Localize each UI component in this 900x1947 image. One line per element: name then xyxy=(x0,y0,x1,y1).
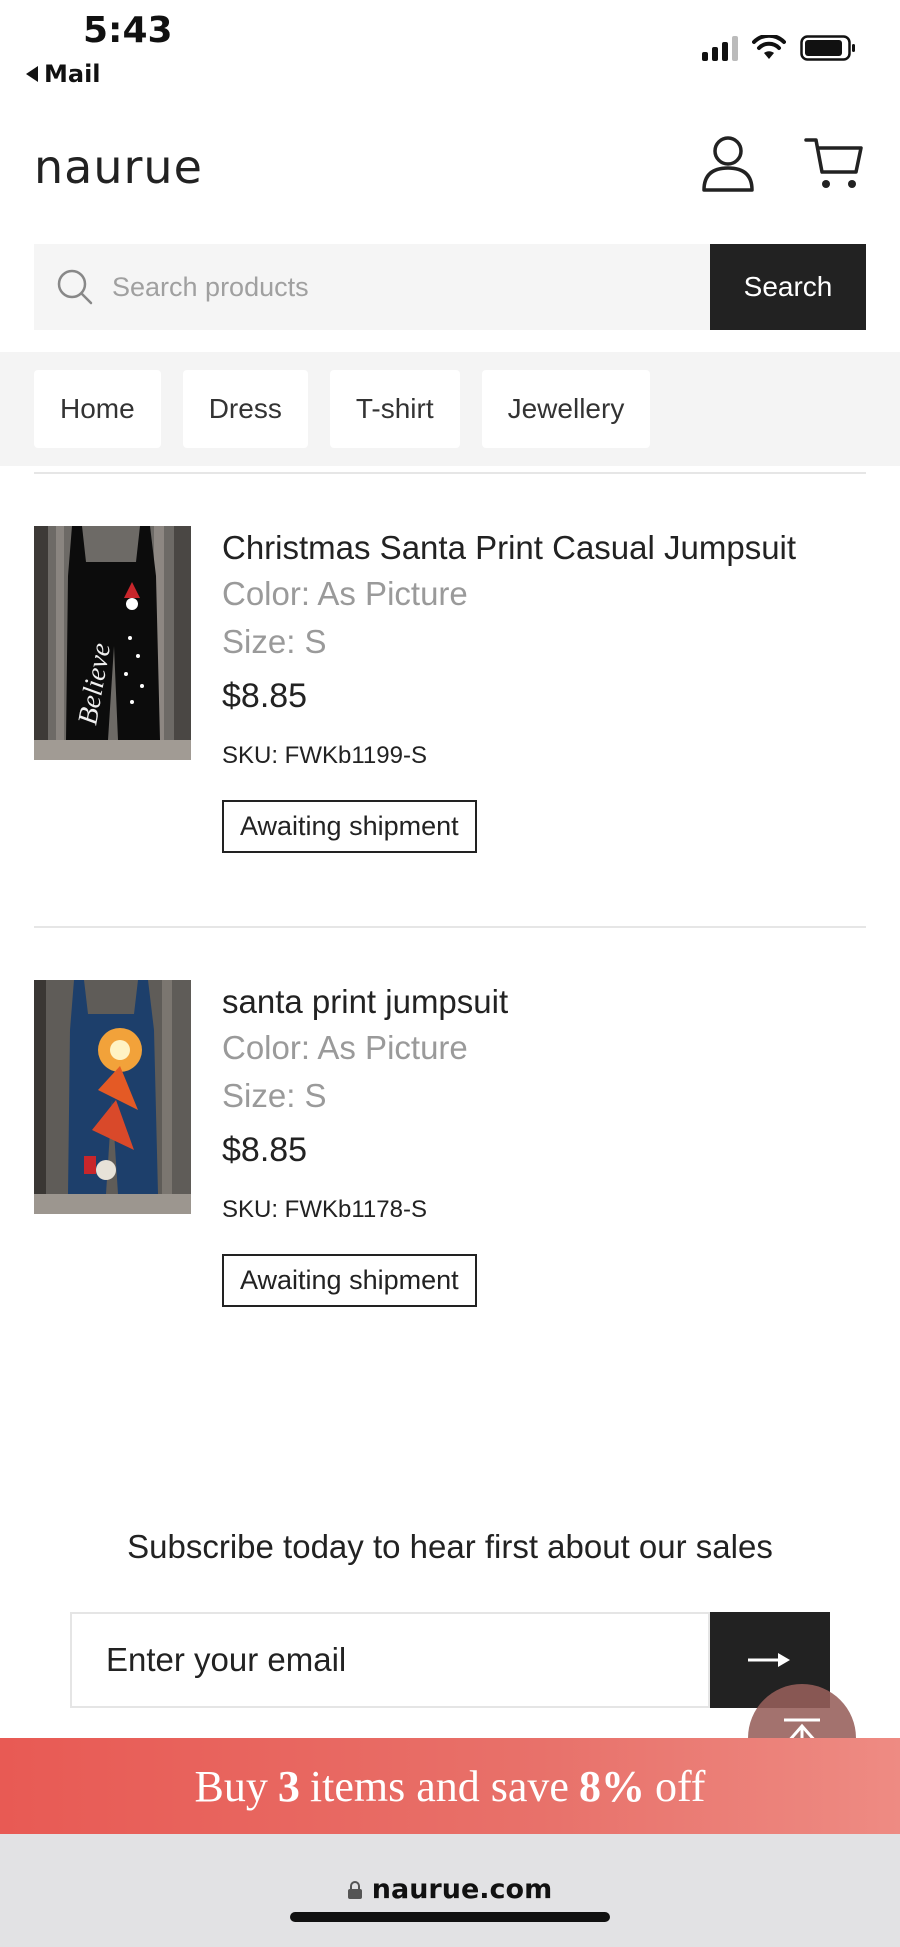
promo-suffix: off xyxy=(654,1761,706,1811)
status-time: 5:43 xyxy=(83,10,173,51)
product-price: $8.85 xyxy=(222,1131,308,1169)
status-bar: 5:43 Mail xyxy=(0,0,900,100)
divider xyxy=(34,926,866,928)
url-text: naurue.com xyxy=(371,1874,553,1905)
status-icons xyxy=(702,34,856,62)
nav-item-jewellery[interactable]: Jewellery xyxy=(481,370,651,448)
newsletter-form xyxy=(70,1612,830,1708)
lock-icon xyxy=(347,1880,362,1899)
product-image[interactable]: Believe xyxy=(34,526,191,760)
promo-discount: 8% xyxy=(578,1761,645,1811)
product-size: Size: S xyxy=(222,1077,327,1114)
promo-banner[interactable]: Buy 3 items and save 8% off xyxy=(0,1738,900,1834)
divider xyxy=(34,472,866,474)
wifi-icon xyxy=(752,35,786,59)
promo-middle: items and save xyxy=(309,1761,569,1811)
product-title[interactable]: santa print jumpsuit xyxy=(222,980,862,1024)
back-arrow-icon xyxy=(26,66,38,82)
order-status-badge: Awaiting shipment xyxy=(222,1254,477,1307)
promo-prefix: Buy xyxy=(194,1761,268,1811)
product-image[interactable] xyxy=(34,980,191,1214)
order-item-details: Christmas Santa Print Casual Jumpsuit Co… xyxy=(222,526,862,853)
search-icon xyxy=(57,269,93,305)
site-logo[interactable]: naurue xyxy=(34,140,203,194)
site-header: naurue xyxy=(0,120,900,220)
product-size: Size: S xyxy=(222,623,327,660)
arrow-right-icon xyxy=(748,1653,790,1667)
search-field xyxy=(34,244,710,330)
nav-item-home[interactable]: Home xyxy=(34,370,161,448)
product-title[interactable]: Christmas Santa Print Casual Jumpsuit xyxy=(222,526,862,570)
search-input[interactable] xyxy=(112,271,612,303)
promo-count: 3 xyxy=(277,1761,300,1811)
cart-icon[interactable] xyxy=(804,134,864,194)
search-bar: Search xyxy=(34,244,866,330)
url-display[interactable]: naurue.com xyxy=(0,1874,900,1905)
email-input[interactable] xyxy=(106,1641,626,1679)
product-price: $8.85 xyxy=(222,677,308,715)
category-nav: Home Dress T-shirt Jewellery xyxy=(0,352,900,466)
order-item-details: santa print jumpsuit Color: As Picture S… xyxy=(222,980,862,1307)
product-sku: SKU: FWKb1199-S xyxy=(222,742,427,769)
back-mail-label: Mail xyxy=(44,60,101,88)
subscribe-heading: Subscribe today to hear first about our … xyxy=(127,1528,773,1565)
home-indicator[interactable] xyxy=(290,1912,610,1922)
email-field-wrap xyxy=(70,1612,710,1708)
cellular-signal-icon xyxy=(702,35,738,61)
nav-item-dress[interactable]: Dress xyxy=(182,370,308,448)
browser-address-bar[interactable]: naurue.com xyxy=(0,1834,900,1947)
order-status-badge: Awaiting shipment xyxy=(222,800,477,853)
nav-item-tshirt[interactable]: T-shirt xyxy=(329,370,460,448)
product-color: Color: As Picture xyxy=(222,575,468,612)
battery-icon xyxy=(800,35,855,61)
search-button[interactable]: Search xyxy=(710,244,866,330)
user-icon[interactable] xyxy=(700,134,756,194)
back-to-mail-link[interactable]: Mail xyxy=(26,60,101,88)
product-sku: SKU: FWKb1178-S xyxy=(222,1196,427,1223)
product-color: Color: As Picture xyxy=(222,1029,468,1066)
